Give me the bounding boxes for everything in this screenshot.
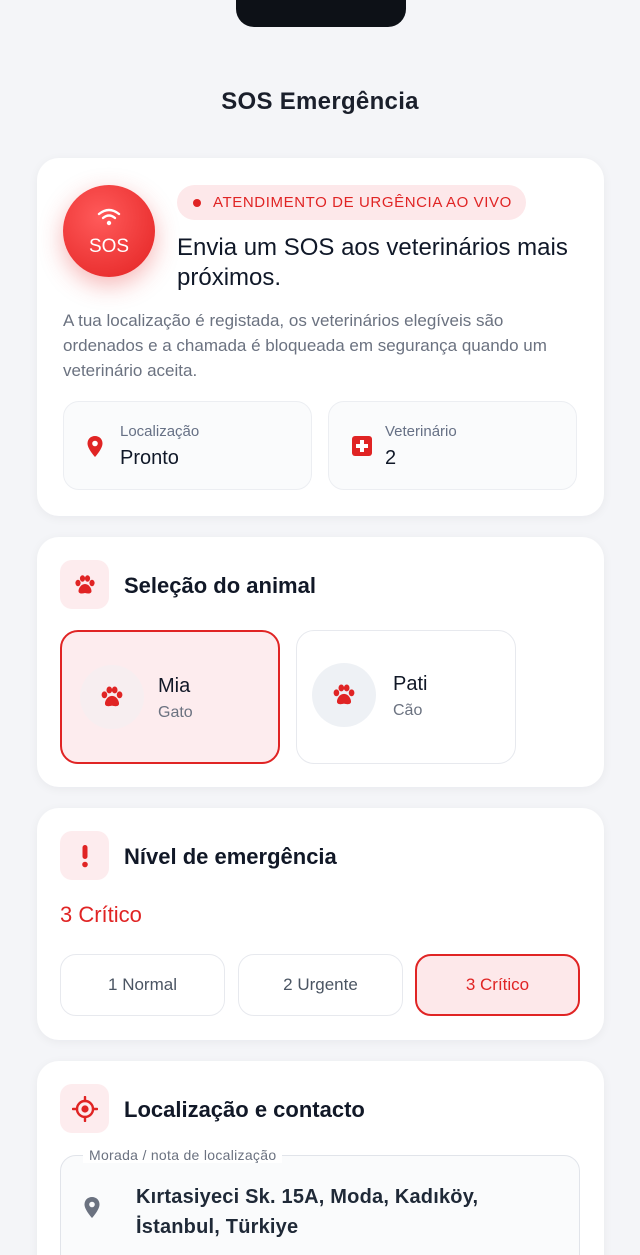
contact-section-title: Localização e contacto [124, 1097, 365, 1122]
current-level-text: 3 Crítico [60, 902, 142, 927]
sos-description: A tua localização é registada, os veteri… [63, 311, 547, 380]
pet-card-pati[interactable]: Pati Cão [296, 630, 516, 764]
crosshair-icon [71, 1095, 98, 1122]
sos-button[interactable]: SOS [63, 185, 155, 277]
paw-section-icon [60, 560, 109, 609]
animal-selection-card: Seleção do animal Mia Gato Pati Cão [37, 537, 604, 787]
location-contact-card: Localização e contacto Morada / nota de … [37, 1061, 604, 1255]
exclamation-icon [81, 844, 88, 867]
medical-cross-icon [352, 436, 372, 456]
paw-icon [74, 574, 95, 593]
live-status-badge: ATENDIMENTO DE URGÊNCIA AO VIVO [177, 185, 526, 220]
pet-name: Mia [158, 675, 191, 697]
alert-section-icon [60, 831, 109, 880]
pet-avatar [80, 665, 144, 729]
paw-icon [333, 684, 355, 705]
sos-card: SOS ATENDIMENTO DE URGÊNCIA AO VIVO Envi… [37, 158, 604, 516]
pet-type: Cão [393, 702, 423, 719]
level-option-critical[interactable]: 3 Crítico [415, 954, 580, 1016]
map-pin-icon [87, 436, 103, 457]
level-option-urgent[interactable]: 2 Urgente [238, 954, 403, 1016]
location-stat-value: Pronto [120, 447, 179, 469]
vet-stat-value: 2 [385, 447, 397, 469]
live-dot-icon [193, 198, 201, 207]
emergency-level-card: Nível de emergência 3 Crítico 1 Normal 2… [37, 808, 604, 1040]
target-section-icon [60, 1084, 109, 1133]
pet-name: Pati [393, 673, 428, 695]
page-title: SOS Emergência [221, 88, 419, 115]
address-field-label: Morada / nota de localização [83, 1147, 283, 1163]
device-notch [236, 0, 406, 27]
sos-button-label: SOS [88, 236, 130, 257]
signal-icon [97, 208, 121, 226]
level-option-normal[interactable]: 1 Normal [60, 954, 225, 1016]
paw-icon [101, 686, 123, 707]
animal-section-title: Seleção do animal [124, 573, 316, 598]
address-value: Kırtasiyeci Sk. 15A, Moda, Kadıköy, İsta… [136, 1186, 479, 1238]
pet-avatar [312, 663, 376, 727]
live-badge-text: ATENDIMENTO DE URGÊNCIA AO VIVO [213, 194, 512, 211]
vet-stat-label: Veterinário [385, 423, 457, 440]
vet-stat: Veterinário 2 [328, 401, 577, 490]
pet-card-mia[interactable]: Mia Gato [60, 630, 280, 764]
map-pin-icon [84, 1197, 100, 1218]
location-stat-label: Localização [120, 423, 200, 440]
sos-headline: Envia um SOS aos veterinários mais próxi… [177, 234, 568, 291]
pet-type: Gato [158, 704, 193, 721]
level-section-title: Nível de emergência [124, 844, 337, 869]
location-stat: Localização Pronto [63, 401, 312, 490]
address-field[interactable]: Morada / nota de localização Kırtasiyeci… [60, 1147, 580, 1255]
